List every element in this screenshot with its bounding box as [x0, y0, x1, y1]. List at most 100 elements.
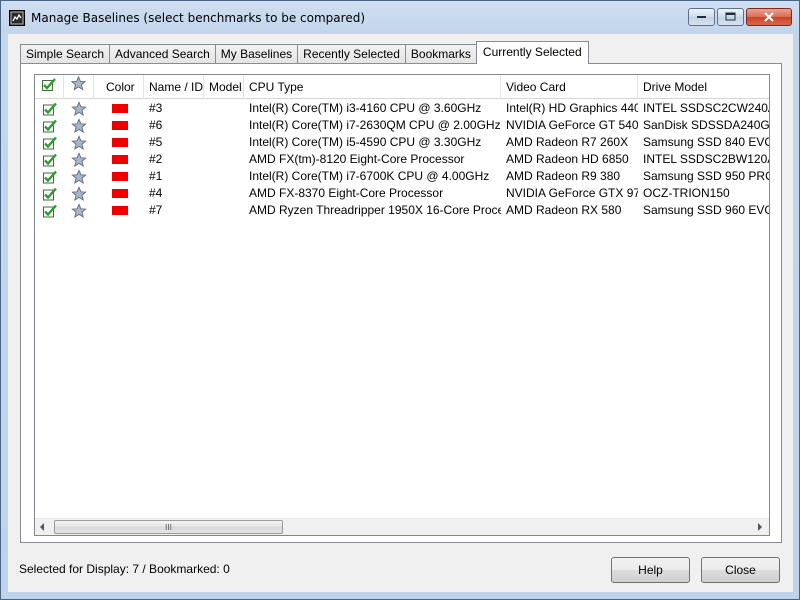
table-row[interactable]: #4 AMD FX-8370 Eight-Core Processor NVIDIA… [35, 185, 769, 202]
row-video-card: AMD Radeon R7 260X [506, 135, 629, 149]
color-swatch [112, 189, 128, 198]
close-button[interactable]: Close [701, 557, 780, 583]
tab-bookmarks[interactable]: Bookmarks [404, 44, 477, 64]
tab-recently-selected[interactable]: Recently Selected [297, 44, 406, 64]
row-select-checkbox[interactable] [35, 202, 64, 219]
row-model [204, 117, 244, 134]
row-name: #3 [149, 101, 163, 115]
close-window-button[interactable] [746, 8, 792, 26]
row-color-swatch-cell[interactable] [94, 117, 144, 134]
baselines-grid: Color Name / ID Model CPU Type Video Car… [34, 74, 770, 536]
row-bookmark-toggle[interactable] [64, 202, 94, 219]
row-drive-model: OCZ-TRION150 [643, 186, 730, 200]
scroll-left-button[interactable] [35, 519, 52, 535]
horizontal-scrollbar[interactable]: III [35, 518, 769, 535]
maximize-button[interactable] [717, 8, 744, 26]
row-video-card: AMD Radeon R9 380 [506, 169, 621, 183]
row-name: #4 [149, 186, 163, 200]
row-model [204, 151, 244, 168]
row-name: #5 [149, 135, 163, 149]
help-button[interactable]: Help [611, 557, 690, 583]
manage-baselines-window: Manage Baselines (select benchmarks to b… [0, 0, 800, 600]
row-drive-model: Samsung SSD 950 PRO 25 [643, 169, 769, 183]
row-cpu-type: Intel(R) Core(TM) i3-4160 CPU @ 3.60GHz [249, 101, 482, 115]
column-header-name[interactable]: Name / ID [144, 75, 204, 99]
color-swatch [112, 138, 128, 147]
grid-header: Color Name / ID Model CPU Type Video Car… [35, 75, 769, 99]
row-color-swatch-cell[interactable] [94, 134, 144, 151]
caption-buttons [686, 8, 792, 28]
column-header-drive-model[interactable]: Drive Model [638, 75, 769, 99]
tab-my-baselines[interactable]: My Baselines [214, 44, 299, 64]
close-icon [764, 12, 774, 22]
column-header-video-card[interactable]: Video Card [501, 75, 638, 99]
minimize-button[interactable] [688, 8, 715, 26]
row-bookmark-toggle[interactable] [64, 151, 94, 168]
star-icon [71, 135, 87, 150]
scrollbar-thumb[interactable]: III [54, 520, 283, 534]
row-select-checkbox[interactable] [35, 151, 64, 168]
row-drive-model: INTEL SSDSC2CW240A3 [643, 101, 770, 115]
row-select-checkbox[interactable] [35, 100, 64, 117]
row-video-card: Intel(R) HD Graphics 4400 [506, 101, 638, 115]
column-header-bookmark[interactable] [64, 75, 94, 99]
row-model [204, 185, 244, 202]
row-bookmark-toggle[interactable] [64, 100, 94, 117]
row-color-swatch-cell[interactable] [94, 168, 144, 185]
row-video-card: NVIDIA GeForce GTX 970 [506, 186, 638, 200]
grid-rows: #3 Intel(R) Core(TM) i3-4160 CPU @ 3.60GH… [35, 100, 770, 219]
check-icon [42, 170, 57, 183]
row-select-checkbox[interactable] [35, 117, 64, 134]
table-row[interactable]: #1 Intel(R) Core(TM) i7-6700K CPU @ 4.00G… [35, 168, 769, 185]
row-bookmark-toggle[interactable] [64, 134, 94, 151]
row-color-swatch-cell[interactable] [94, 185, 144, 202]
star-icon [71, 186, 87, 201]
table-row[interactable]: #6 Intel(R) Core(TM) i7-2630QM CPU @ 2.00… [35, 117, 769, 134]
app-icon [9, 10, 25, 26]
row-bookmark-toggle[interactable] [64, 185, 94, 202]
scroll-right-button[interactable] [752, 519, 769, 535]
tab-simple-search[interactable]: Simple Search [20, 44, 111, 64]
right-arrow-icon [758, 523, 762, 531]
check-icon [42, 187, 57, 200]
title-bar[interactable]: Manage Baselines (select benchmarks to b… [1, 1, 799, 35]
row-cpu-type: AMD FX(tm)-8120 Eight-Core Processor [249, 152, 465, 166]
color-swatch [112, 172, 128, 181]
column-header-selected[interactable] [35, 75, 64, 99]
row-drive-model: INTEL SSDSC2BW120A4 [643, 152, 770, 166]
color-swatch [112, 155, 128, 164]
row-model [204, 100, 244, 117]
star-icon [71, 101, 87, 116]
check-icon [42, 136, 57, 149]
table-row[interactable]: #3 Intel(R) Core(TM) i3-4160 CPU @ 3.60GH… [35, 100, 770, 117]
row-model [204, 134, 244, 151]
column-header-model[interactable]: Model [204, 75, 244, 99]
dialog-client-area: Simple Search Advanced Search My Baselin… [8, 34, 793, 592]
row-drive-model: Samsung SSD 960 EVO 25 [643, 203, 769, 217]
color-swatch [112, 104, 128, 113]
color-swatch [112, 121, 128, 130]
row-cpu-type: Intel(R) Core(TM) i7-2630QM CPU @ 2.00GH… [249, 118, 501, 132]
column-header-cpu-type[interactable]: CPU Type [244, 75, 501, 99]
row-color-swatch-cell[interactable] [94, 202, 144, 219]
row-model [204, 168, 244, 185]
row-name: #1 [149, 169, 163, 183]
row-bookmark-toggle[interactable] [64, 168, 94, 185]
minimize-icon [696, 16, 706, 18]
row-select-checkbox[interactable] [35, 134, 64, 151]
tab-currently-selected[interactable]: Currently Selected [475, 41, 589, 64]
check-icon [42, 78, 56, 91]
column-header-color[interactable]: Color [94, 75, 144, 99]
color-swatch [112, 206, 128, 215]
table-row[interactable]: #2 AMD FX(tm)-8120 Eight-Core Processor AM… [35, 151, 770, 168]
row-select-checkbox[interactable] [35, 185, 64, 202]
table-row[interactable]: #7 AMD Ryzen Threadripper 1950X 16-Core P… [35, 202, 769, 219]
table-row[interactable]: #5 Intel(R) Core(TM) i5-4590 CPU @ 3.30GH… [35, 134, 769, 151]
row-color-swatch-cell[interactable] [94, 151, 144, 168]
row-color-swatch-cell[interactable] [94, 100, 144, 117]
row-select-checkbox[interactable] [35, 168, 64, 185]
row-bookmark-toggle[interactable] [64, 117, 94, 134]
tab-panel-currently-selected: Color Name / ID Model CPU Type Video Car… [20, 63, 782, 543]
tab-advanced-search[interactable]: Advanced Search [109, 44, 216, 64]
check-icon [42, 119, 57, 132]
